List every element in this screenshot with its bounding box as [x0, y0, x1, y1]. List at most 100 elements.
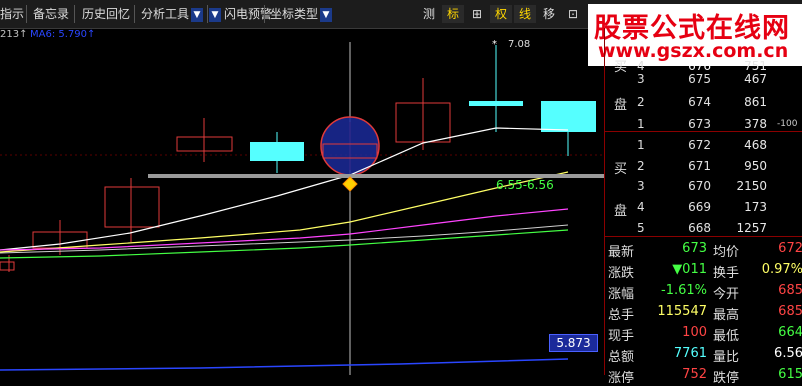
quote-value: 115547 — [657, 304, 707, 319]
order-level: 4 — [637, 59, 645, 73]
axis-type-menu[interactable]: 坐标类型 ▼ — [270, 4, 333, 24]
quote-value: -1.61% — [661, 283, 707, 298]
order-price: 673 — [688, 117, 711, 131]
quote-panel: 4 676 751 3 675 467 2 674 861 1 673 378 … — [604, 28, 802, 386]
order-level: 1 — [637, 138, 645, 152]
order-volume: 751 — [744, 59, 767, 73]
quote-value: 0.97% — [761, 262, 802, 277]
candle — [104, 186, 160, 228]
order-price: 670 — [688, 179, 711, 193]
grid-button[interactable]: ⊞ — [466, 5, 488, 23]
candle — [0, 261, 15, 271]
quote-value: 7761 — [673, 346, 707, 361]
rights-button[interactable]: 权 — [490, 5, 512, 23]
quote-label: 最新 — [608, 245, 635, 260]
ma-left-label: 213↑ — [0, 29, 28, 40]
quote-value: 673 — [682, 241, 707, 256]
order-level: 3 — [637, 72, 645, 86]
sell-side-label: 盘 — [614, 98, 628, 113]
order-volume: 861 — [744, 95, 767, 109]
quote-label: 总手 — [608, 308, 635, 323]
ma-line-magenta — [0, 208, 569, 251]
quote-value: 100 — [682, 325, 707, 340]
order-volume: 468 — [744, 138, 767, 152]
order-level: 2 — [637, 159, 645, 173]
quote-row-limit: 涨停 752 跌停 615 — [605, 367, 802, 386]
quote-label: 今开 — [713, 287, 740, 302]
flash-alert-button[interactable]: ▼ 闪电预警 — [209, 4, 272, 24]
quote-value: ▼011 — [672, 262, 707, 277]
candle — [250, 142, 304, 161]
quote-label: 涨幅 — [608, 287, 635, 302]
order-row: 3 670 2150 — [605, 179, 802, 198]
divider — [605, 236, 802, 237]
quote-label: 量比 — [713, 350, 740, 365]
value-box: 5.873 — [549, 334, 598, 352]
order-row: 1 672 468 — [605, 138, 802, 157]
quote-label: 最高 — [713, 308, 740, 323]
order-volume: 378 — [744, 117, 767, 131]
order-price: 672 — [688, 138, 711, 152]
order-row: 2 674 861 — [605, 95, 802, 114]
order-row: 1 673 378 -100 — [605, 117, 802, 136]
quote-label: 涨停 — [608, 371, 635, 386]
order-price: 675 — [688, 72, 711, 86]
candle — [541, 101, 596, 132]
divider — [134, 5, 135, 23]
mark-button[interactable]: 标 — [442, 5, 464, 23]
volume-line — [0, 358, 569, 371]
divider — [74, 5, 75, 23]
sell-side-label: 买 — [614, 60, 628, 75]
divider — [207, 5, 208, 23]
quote-label: 最低 — [713, 329, 740, 344]
measure-button[interactable]: 测 — [418, 5, 440, 23]
line-button[interactable]: 线 — [514, 5, 536, 23]
order-level: 4 — [637, 200, 645, 214]
quote-value: 664 — [778, 325, 802, 340]
order-row: 4 669 173 — [605, 200, 802, 219]
analysis-tools-label: 分析工具 — [141, 7, 190, 21]
order-row: 2 671 950 — [605, 159, 802, 178]
order-row: 5 668 1257 — [605, 221, 802, 240]
candle — [469, 101, 523, 106]
window-button[interactable]: ⊡ — [562, 5, 584, 23]
quote-value: 685 — [778, 304, 802, 319]
quote-row-current: 现手 100 最低 664 — [605, 325, 802, 344]
quote-value: 685 — [778, 283, 802, 298]
divider — [605, 131, 802, 132]
order-level: 1 — [637, 117, 645, 131]
order-level: 3 — [637, 179, 645, 193]
order-volume: 467 — [744, 72, 767, 86]
divider — [26, 5, 27, 23]
quote-value: 672 — [778, 241, 802, 256]
high-price-label: 7.08 — [508, 39, 531, 50]
ma6-label: MA6: 5.790↑ — [30, 29, 96, 40]
order-row: 3 675 467 — [605, 72, 802, 91]
order-volume: 2150 — [736, 179, 767, 193]
history-recall-button[interactable]: 历史回忆 — [82, 4, 130, 24]
quote-row-latest: 最新 673 均价 672 — [605, 241, 802, 260]
order-volume: 950 — [744, 159, 767, 173]
axis-type-label: 坐标类型 — [270, 7, 319, 21]
order-level: 5 — [637, 221, 645, 235]
quote-label: 现手 — [608, 329, 635, 344]
move-button[interactable]: 移 — [538, 5, 560, 23]
memo-button[interactable]: 备忘录 — [33, 4, 69, 24]
chevron-down-icon: ▼ — [320, 7, 333, 22]
quote-row-change: 涨跌 ▼011 换手 0.97% — [605, 262, 802, 281]
order-volume: 1257 — [736, 221, 767, 235]
quote-value: 6.56 — [774, 346, 802, 361]
order-price: 676 — [688, 59, 711, 73]
analysis-tools-menu[interactable]: 分析工具 ▼ — [141, 4, 204, 24]
order-price: 669 — [688, 200, 711, 214]
order-level: 2 — [637, 95, 645, 109]
order-price: 671 — [688, 159, 711, 173]
divider — [264, 5, 265, 23]
ma-line-green — [0, 229, 569, 259]
diamond-marker-icon — [342, 176, 358, 192]
quote-label: 总额 — [608, 350, 635, 365]
quote-label: 跌停 — [713, 371, 740, 386]
indicator-button[interactable]: 指示 — [0, 4, 24, 24]
order-price: 668 — [688, 221, 711, 235]
chevron-down-icon: ▼ — [191, 7, 204, 22]
